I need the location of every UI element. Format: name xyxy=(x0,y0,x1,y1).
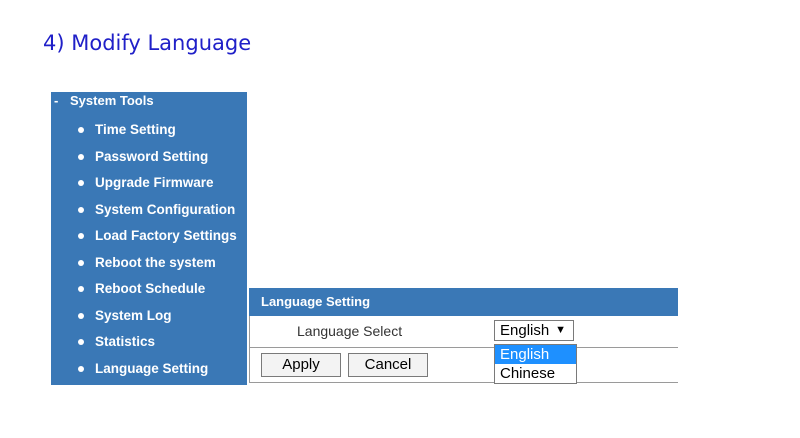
sidebar-item-language-setting[interactable]: Language Setting xyxy=(51,356,247,383)
sidebar-section-system-tools[interactable]: - System Tools xyxy=(54,93,154,108)
bullet-icon xyxy=(78,180,84,186)
language-select-label: Language Select xyxy=(297,323,403,339)
sidebar-section-title: System Tools xyxy=(70,93,154,108)
sidebar-item-reboot-schedule[interactable]: Reboot Schedule xyxy=(51,276,247,303)
sidebar-item-label: System Log xyxy=(95,307,172,323)
row-divider xyxy=(249,347,678,348)
sidebar-item-label: Language Setting xyxy=(95,360,209,376)
sidebar-item-upgrade-firmware[interactable]: Upgrade Firmware xyxy=(51,170,247,197)
sidebar-menu: Time Setting Password Setting Upgrade Fi… xyxy=(51,117,247,382)
bullet-icon xyxy=(78,206,84,213)
cancel-button[interactable]: Cancel xyxy=(348,353,428,377)
bullet-icon xyxy=(78,153,84,160)
bullet-icon xyxy=(78,339,84,345)
language-select-value: English xyxy=(500,322,550,339)
language-dropdown-list: English Chinese xyxy=(494,344,577,384)
bullet-icon xyxy=(78,286,84,292)
sidebar-item-label: System Configuration xyxy=(95,201,236,217)
bullet-icon xyxy=(78,365,84,372)
sidebar-item-load-factory-settings[interactable]: Load Factory Settings xyxy=(51,223,247,250)
language-option-chinese[interactable]: Chinese xyxy=(495,364,576,383)
sidebar-item-password-setting[interactable]: Password Setting xyxy=(51,144,247,171)
sidebar-item-label: Reboot the system xyxy=(95,254,216,270)
language-select[interactable]: English ▼ xyxy=(494,320,574,341)
sidebar-item-label: Load Factory Settings xyxy=(95,228,237,243)
sidebar: - System Tools Time Setting Password Sett… xyxy=(51,92,247,385)
language-setting-panel: Language Setting Language Select English… xyxy=(249,288,678,384)
apply-button[interactable]: Apply xyxy=(261,353,341,377)
minus-icon[interactable]: - xyxy=(54,93,70,108)
page: 4) Modify Language - System Tools Time Se… xyxy=(0,0,800,438)
sidebar-item-time-setting[interactable]: Time Setting xyxy=(51,117,247,144)
language-option-english[interactable]: English xyxy=(495,345,576,364)
sidebar-item-system-log[interactable]: System Log xyxy=(51,303,247,330)
panel-title: Language Setting xyxy=(249,288,678,316)
bullet-icon xyxy=(78,312,84,319)
sidebar-item-label: Password Setting xyxy=(95,148,209,164)
sidebar-item-label: Reboot Schedule xyxy=(95,281,206,296)
row-divider xyxy=(249,382,678,383)
bullet-icon xyxy=(78,259,84,266)
chevron-down-icon[interactable]: ▼ xyxy=(555,321,566,340)
bullet-icon xyxy=(78,233,84,239)
sidebar-item-reboot-system[interactable]: Reboot the system xyxy=(51,250,247,277)
page-heading: 4) Modify Language xyxy=(43,31,252,55)
sidebar-item-system-configuration[interactable]: System Configuration xyxy=(51,197,247,224)
panel-left-border xyxy=(249,316,250,383)
sidebar-item-statistics[interactable]: Statistics xyxy=(51,329,247,356)
sidebar-item-label: Statistics xyxy=(95,334,156,349)
sidebar-item-label: Time Setting xyxy=(95,122,176,137)
sidebar-item-label: Upgrade Firmware xyxy=(95,175,214,190)
bullet-icon xyxy=(78,127,84,133)
